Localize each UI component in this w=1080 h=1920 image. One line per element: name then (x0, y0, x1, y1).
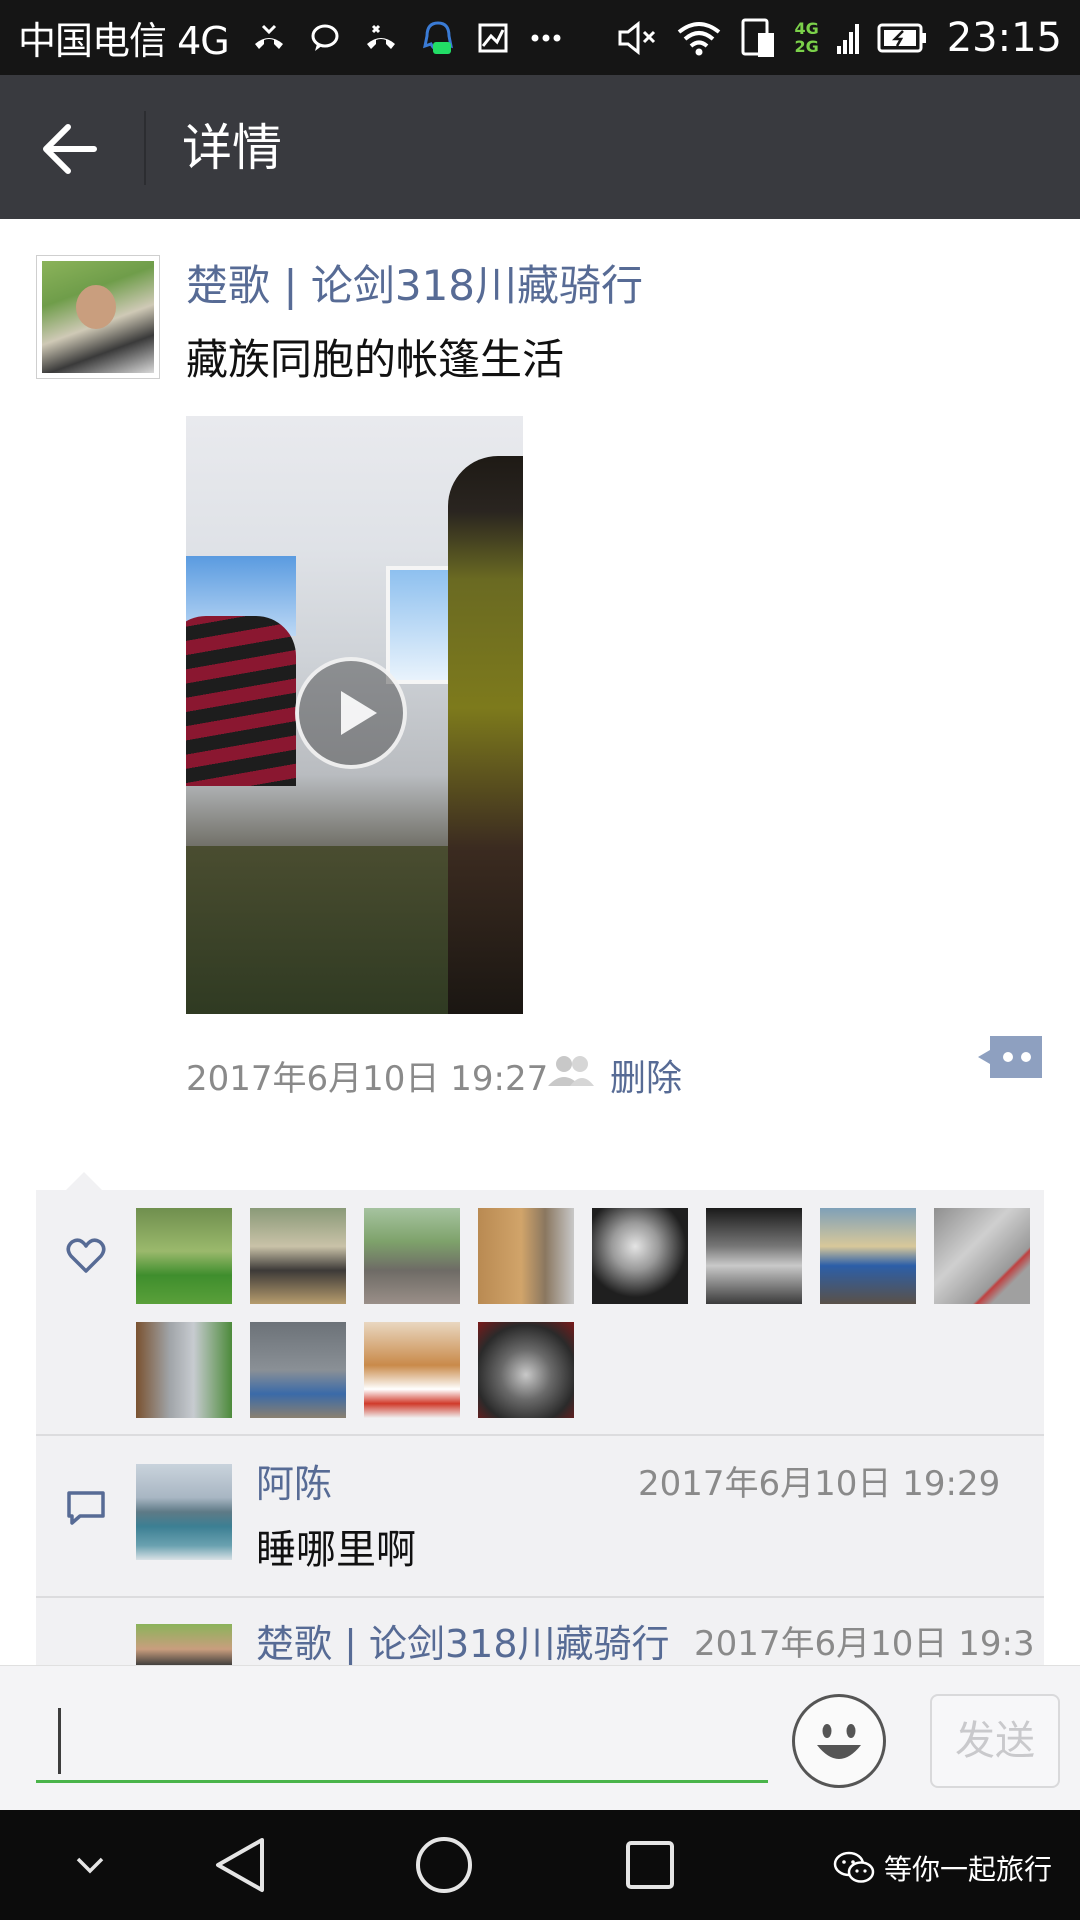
chat-bubble-icon (311, 24, 339, 51)
network-type: 4G 2G (794, 18, 819, 56)
comment-timestamp: 2017年6月10日 19:29 (638, 1464, 1001, 1504)
like-avatar[interactable] (136, 1322, 232, 1418)
comment-author[interactable]: 楚歌 | 论剑318川藏骑行 (256, 1616, 670, 1672)
network-2g-label: 2G (794, 36, 819, 56)
poster-avatar[interactable] (36, 255, 160, 379)
comment-author[interactable]: 阿陈 (256, 1456, 332, 1512)
like-avatar[interactable] (934, 1208, 1030, 1304)
play-icon[interactable] (295, 657, 407, 769)
clock: 23:15 (946, 14, 1062, 61)
like-avatar[interactable] (364, 1208, 460, 1304)
missed-call-icon (254, 24, 283, 49)
comment-action-icon[interactable] (976, 1034, 1044, 1080)
nav-home-button[interactable] (404, 1810, 484, 1920)
square-recents-icon (626, 1841, 674, 1889)
delete-link[interactable]: 删除 (610, 1052, 682, 1106)
text-cursor (58, 1708, 61, 1774)
comment-avatar[interactable] (136, 1624, 232, 1666)
qq-icon (422, 20, 453, 54)
likes-comments-divider (36, 1434, 1044, 1436)
emoji-button[interactable] (792, 1694, 886, 1788)
mute-icon (618, 20, 656, 55)
like-avatar[interactable] (820, 1208, 916, 1304)
nav-recents-button[interactable] (610, 1810, 690, 1920)
title-divider (144, 111, 146, 185)
comment-avatar[interactable] (136, 1464, 232, 1560)
title-bar: 详情 (0, 75, 1080, 219)
like-avatar[interactable] (250, 1322, 346, 1418)
video-scene-person (186, 616, 296, 786)
like-avatar[interactable] (364, 1322, 460, 1418)
battery-icon (877, 23, 926, 52)
post-timestamp: 2017年6月10日 19:27 (186, 1059, 549, 1099)
like-avatar[interactable] (250, 1208, 346, 1304)
gallery-icon (478, 23, 508, 52)
poster-avatar-image (42, 261, 154, 373)
notification-icons (251, 20, 561, 56)
missed-call-icon-2 (366, 24, 395, 49)
like-avatar[interactable] (706, 1208, 802, 1304)
watermark-text: 等你一起旅行 (884, 1853, 1053, 1886)
comment-timestamp: 2017年6月10日 19:3 (694, 1624, 1035, 1664)
chevron-down-icon (76, 1857, 104, 1874)
comment-divider (36, 1596, 1044, 1598)
like-avatar[interactable] (592, 1208, 688, 1304)
page-title: 详情 (182, 119, 282, 177)
more-dots-icon (531, 34, 561, 41)
like-avatar[interactable] (136, 1208, 232, 1304)
carrier-label: 中国电信 4G (18, 19, 230, 63)
like-avatar[interactable] (478, 1208, 574, 1304)
circle-home-icon (416, 1837, 472, 1893)
smiley-icon (817, 1724, 861, 1759)
comment-input[interactable] (36, 1702, 768, 1783)
status-bar: 中国电信 4G 4G 2G 23:15 (0, 0, 1080, 75)
like-avatar[interactable] (478, 1322, 574, 1418)
video-scene-person-2 (448, 456, 523, 1014)
dual-sim-icon (741, 18, 775, 57)
hide-keyboard-button[interactable] (60, 1810, 120, 1920)
wifi-icon (678, 21, 721, 55)
post-text: 藏族同胞的帐篷生活 (186, 335, 565, 384)
triangle-back-icon (216, 1838, 264, 1892)
heart-icon (66, 1238, 106, 1273)
arrow-left-icon (43, 124, 97, 174)
video-thumbnail[interactable] (186, 416, 523, 1014)
nav-back-button[interactable] (200, 1810, 280, 1920)
comment-icon (67, 1491, 105, 1525)
back-button[interactable] (40, 119, 104, 179)
friends-visibility-icon (548, 1056, 594, 1086)
comment-input-bar: 发送 (0, 1665, 1080, 1811)
poster-name[interactable]: 楚歌 | 论剑318川藏骑行 (186, 256, 643, 316)
social-pointer (66, 1172, 102, 1190)
signal-icon (836, 23, 859, 54)
comment-text: 睡哪里啊 (256, 1527, 416, 1573)
send-button[interactable]: 发送 (930, 1694, 1060, 1788)
watermark: 等你一起旅行 (832, 1848, 1052, 1888)
network-4g-label: 4G (794, 18, 819, 38)
wechat-logo-icon (833, 1851, 875, 1883)
